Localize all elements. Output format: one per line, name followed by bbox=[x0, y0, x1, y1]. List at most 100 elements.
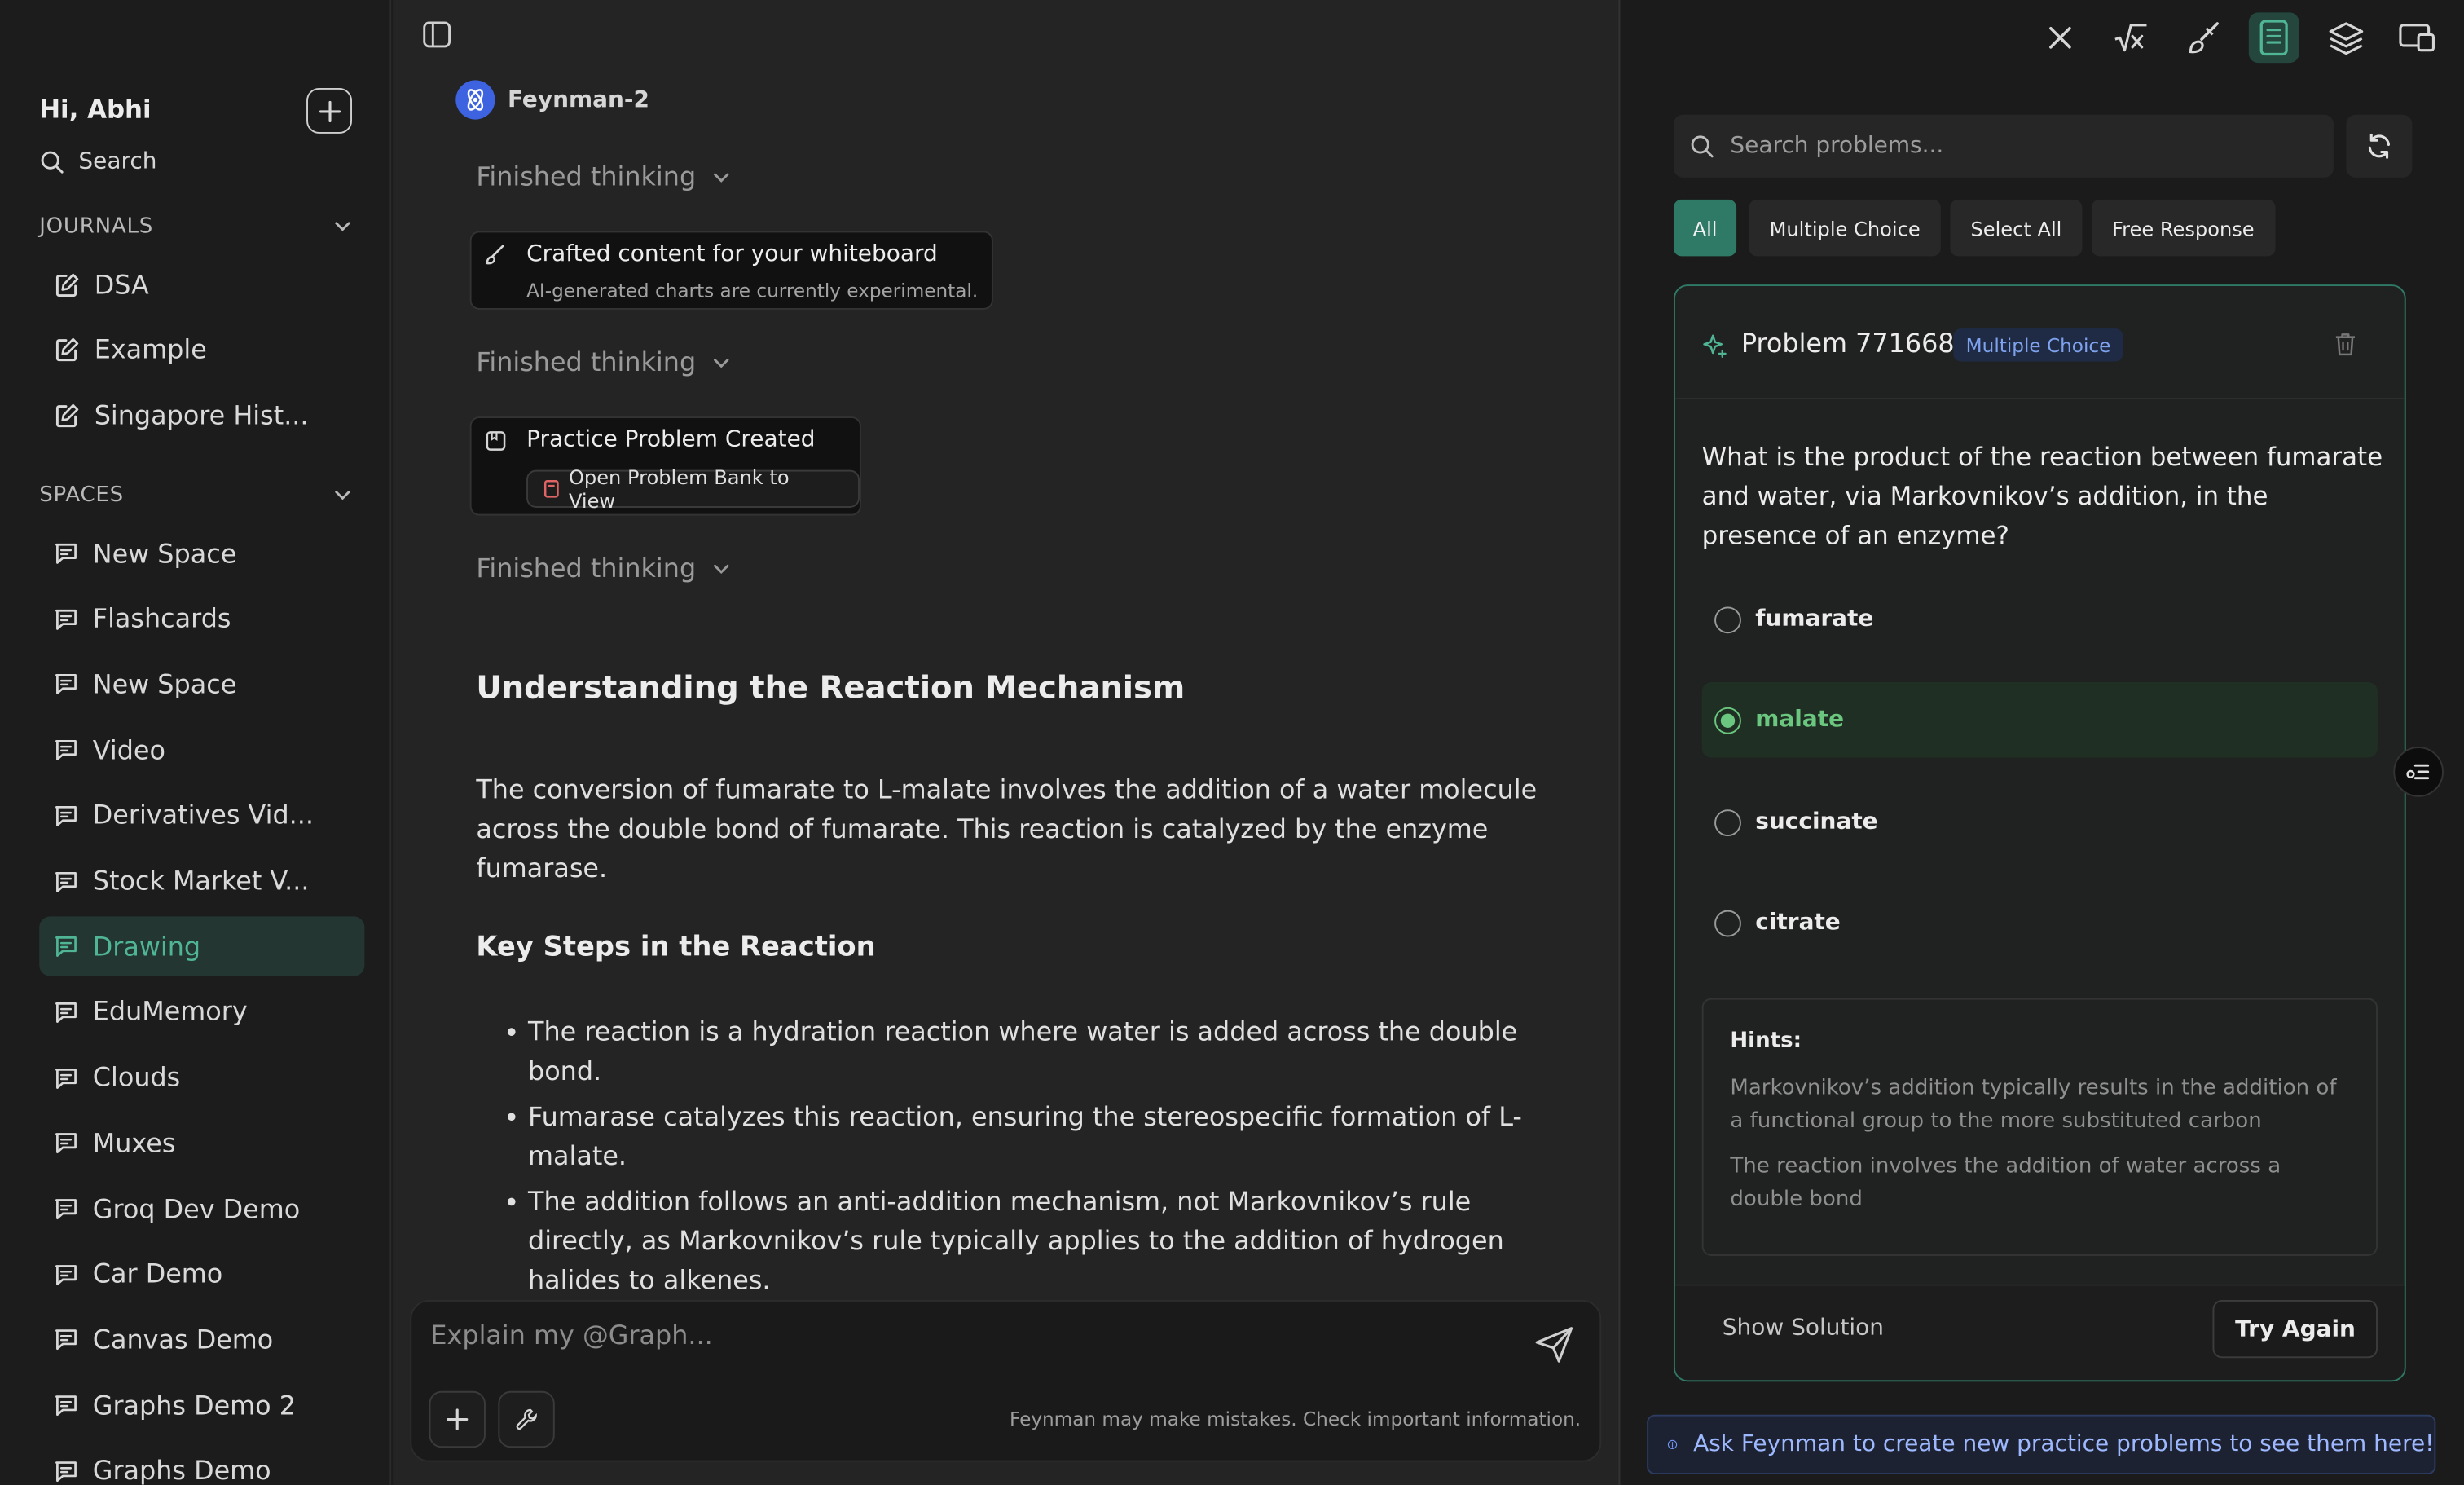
formula-button[interactable] bbox=[2105, 12, 2156, 63]
option-fumarate[interactable]: fumarate bbox=[1702, 582, 2378, 658]
journal-item-singapore-hist[interactable]: Singapore Hist... bbox=[39, 386, 364, 446]
composer: Feynman may make mistakes. Check importa… bbox=[410, 1299, 1602, 1462]
tool-title: Practice Problem Created bbox=[526, 427, 816, 453]
chat-icon bbox=[55, 871, 77, 892]
screens-button[interactable] bbox=[2391, 12, 2442, 63]
whiteboard-button[interactable] bbox=[2178, 12, 2229, 63]
sidebar: Hi, Abhi Search JOURNALS DSA Example Singa… bbox=[0, 0, 392, 1485]
space-item-derivatives-vid[interactable]: Derivatives Vid... bbox=[39, 786, 364, 845]
trash-icon[interactable] bbox=[2334, 332, 2357, 357]
options-button[interactable] bbox=[2393, 747, 2444, 797]
search-label: Search bbox=[78, 149, 157, 175]
chat-icon bbox=[55, 609, 77, 630]
send-button[interactable] bbox=[1530, 1320, 1577, 1374]
thinking-toggle[interactable]: Finished thinking bbox=[476, 162, 730, 192]
filter-multiple-choice[interactable]: Multiple Choice bbox=[1749, 199, 1941, 257]
hint-text: Markovnikov’s addition typically results… bbox=[1730, 1075, 2337, 1134]
nav-item-label: Graphs Demo bbox=[92, 1456, 271, 1485]
problem-icon bbox=[486, 431, 506, 451]
option-citrate[interactable]: citrate bbox=[1702, 885, 2378, 961]
journals-header[interactable]: JOURNALS bbox=[39, 214, 352, 239]
problem-bank-button[interactable] bbox=[2248, 12, 2299, 64]
attach-button[interactable] bbox=[429, 1390, 486, 1448]
space-item-drawing[interactable]: Drawing bbox=[39, 916, 365, 977]
journal-item-dsa[interactable]: DSA bbox=[39, 254, 364, 314]
nav-item-label: New Space bbox=[92, 669, 237, 700]
space-item-video[interactable]: Video bbox=[39, 720, 364, 779]
option-malate[interactable]: malate bbox=[1701, 682, 2378, 758]
layers-button[interactable] bbox=[2321, 12, 2372, 63]
thinking-toggle[interactable]: Finished thinking bbox=[476, 553, 730, 584]
message-input[interactable] bbox=[430, 1320, 1516, 1351]
space-item-muxes[interactable]: Muxes bbox=[39, 1113, 364, 1173]
journal-icon bbox=[55, 404, 79, 428]
close-button[interactable] bbox=[2035, 12, 2086, 63]
send-icon bbox=[1535, 1327, 1573, 1363]
whiteboard-tool-card[interactable]: Crafted content for your whiteboard AI-g… bbox=[469, 231, 993, 310]
problem-card-footer: Show Solution Try Again bbox=[1674, 1284, 2405, 1381]
space-item-new-space[interactable]: New Space bbox=[39, 523, 364, 583]
sidebar-search[interactable]: Search bbox=[39, 149, 157, 175]
space-item-clouds[interactable]: Clouds bbox=[39, 1048, 364, 1108]
radio-icon bbox=[1714, 909, 1741, 936]
sidebar-toggle-icon bbox=[423, 21, 451, 48]
space-item-graphs-demo-2[interactable]: Graphs Demo 2 bbox=[39, 1376, 364, 1435]
nav-item-label: Singapore Hist... bbox=[94, 400, 309, 431]
nav-item-label: New Space bbox=[92, 538, 237, 569]
answer-heading: Understanding the Reaction Mechanism bbox=[476, 668, 1186, 706]
filter-all[interactable]: All bbox=[1673, 199, 1737, 257]
chat-icon bbox=[55, 1395, 77, 1417]
journal-item-example[interactable]: Example bbox=[39, 320, 364, 380]
refresh-button[interactable] bbox=[2346, 114, 2413, 178]
show-solution-button[interactable]: Show Solution bbox=[1723, 1315, 1884, 1341]
tool-subtitle: AI-generated charts are currently experi… bbox=[526, 280, 979, 302]
chevron-down-icon bbox=[713, 172, 729, 182]
hints-title: Hints: bbox=[1730, 1028, 1802, 1054]
space-item-new-space[interactable]: New Space bbox=[39, 654, 364, 714]
try-again-button[interactable]: Try Again bbox=[2213, 1299, 2378, 1359]
hint-text: The reaction involves the addition of wa… bbox=[1730, 1153, 2281, 1212]
answer-paragraph: The conversion of fumarate to L-malate i… bbox=[476, 774, 1538, 884]
chevron-down-icon bbox=[335, 222, 350, 231]
space-item-graphs-demo[interactable]: Graphs Demo bbox=[39, 1441, 364, 1485]
problem-card: Problem 771668 Multiple Choice What is t… bbox=[1673, 284, 2406, 1382]
nav-item-label: Groq Dev Demo bbox=[92, 1193, 301, 1224]
thinking-label: Finished thinking bbox=[476, 553, 697, 584]
chat-icon bbox=[55, 1068, 77, 1089]
tools-button[interactable] bbox=[498, 1390, 555, 1448]
space-item-groq-dev-demo[interactable]: Groq Dev Demo bbox=[39, 1179, 364, 1238]
screens-icon bbox=[2399, 24, 2435, 52]
filter-free-response[interactable]: Free Response bbox=[2091, 199, 2275, 257]
thinking-label: Finished thinking bbox=[476, 161, 697, 192]
brush-icon bbox=[2189, 22, 2219, 54]
thinking-toggle[interactable]: Finished thinking bbox=[476, 347, 730, 377]
space-item-edumemory[interactable]: EduMemory bbox=[39, 982, 364, 1042]
nav-item-label: Video bbox=[92, 734, 165, 765]
toggle-sidebar-button[interactable] bbox=[421, 19, 453, 56]
option-succinate[interactable]: succinate bbox=[1702, 784, 2378, 860]
search-icon bbox=[41, 151, 64, 174]
space-item-canvas-demo[interactable]: Canvas Demo bbox=[39, 1310, 364, 1369]
new-chat-button[interactable] bbox=[306, 88, 353, 134]
spaces-header[interactable]: SPACES bbox=[39, 483, 352, 508]
space-item-car-demo[interactable]: Car Demo bbox=[39, 1245, 364, 1304]
nav-item-label: Graphs Demo 2 bbox=[92, 1390, 297, 1421]
space-item-flashcards[interactable]: Flashcards bbox=[39, 589, 364, 649]
nav-item-label: Stock Market V... bbox=[92, 866, 310, 897]
answer-bullets: The reaction is a hydration reaction whe… bbox=[507, 1012, 1581, 1307]
info-icon bbox=[1667, 1439, 1678, 1450]
bullet-item: Fumarase catalyzes this reaction, ensuri… bbox=[507, 1097, 1581, 1175]
problem-search-input[interactable] bbox=[1730, 133, 2296, 159]
filter-select-all[interactable]: Select All bbox=[1950, 199, 2083, 257]
space-item-stock-market-v[interactable]: Stock Market V... bbox=[39, 851, 364, 910]
open-problem-bank-button[interactable]: Open Problem Bank to View bbox=[526, 465, 860, 513]
brush-icon bbox=[486, 245, 504, 265]
option-label: malate bbox=[1755, 707, 1845, 733]
chat-icon bbox=[55, 1264, 77, 1285]
chat-icon bbox=[55, 1199, 77, 1220]
hints-box: Hints: Markovnikov’s addition typically … bbox=[1701, 998, 2378, 1256]
wrench-icon bbox=[516, 1408, 537, 1430]
radio-icon bbox=[1714, 606, 1741, 633]
nav-item-label: Canvas Demo bbox=[92, 1324, 274, 1355]
journals-header-label: JOURNALS bbox=[39, 214, 154, 240]
